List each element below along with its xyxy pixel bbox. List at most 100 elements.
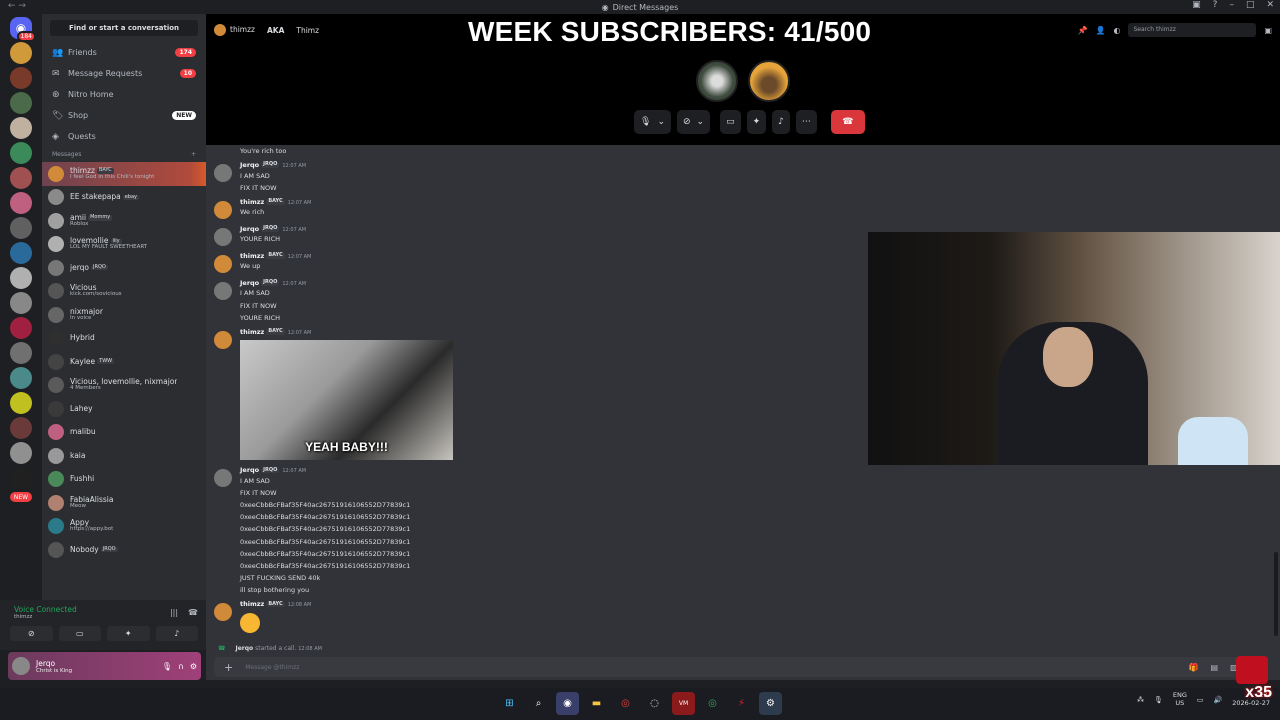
dm-item[interactable]: malibu — [42, 421, 206, 445]
find-conversation-button[interactable]: Find or start a conversation — [50, 20, 198, 36]
server-icon[interactable] — [10, 242, 32, 264]
dm-item[interactable]: EE stakepapa ebay — [42, 186, 206, 210]
dm-item[interactable]: Vicious kick.com/sovicious — [42, 280, 206, 304]
avatar[interactable] — [214, 330, 232, 349]
dm-item[interactable]: jerqo JRQO — [42, 256, 206, 280]
obs-icon[interactable]: ◌ — [643, 692, 666, 715]
maximize-icon[interactable]: □ — [1246, 0, 1255, 10]
avatar[interactable] — [214, 469, 232, 488]
end-call-button[interactable]: ☎ — [830, 110, 865, 134]
dm-item[interactable]: kaia — [42, 444, 206, 468]
server-icon[interactable] — [10, 92, 32, 114]
screen-share-icon[interactable]: ▭ — [58, 626, 101, 641]
screen-share-button[interactable]: ▭ — [720, 110, 741, 134]
avatar[interactable] — [214, 200, 232, 219]
disconnect-icon[interactable]: ☎ — [188, 608, 198, 617]
chat-scrollbar[interactable] — [1274, 552, 1278, 636]
settings-gear-icon[interactable]: ⚙ — [759, 692, 782, 715]
gift-icon[interactable]: 🎁 — [1189, 663, 1199, 672]
camera-off-icon[interactable]: ⊘ — [10, 626, 53, 641]
server-icon[interactable] — [10, 317, 32, 339]
add-dm-icon[interactable]: + — [191, 151, 196, 158]
call-participant-avatar[interactable] — [696, 60, 738, 102]
avatar[interactable] — [214, 227, 232, 246]
gif-embed[interactable]: YEAH BABY!!! — [240, 340, 453, 461]
dm-item[interactable]: Fushhi — [42, 468, 206, 492]
avatar[interactable] — [214, 164, 232, 183]
more-options-button[interactable]: ⋯ — [795, 110, 817, 134]
microphone-icon[interactable]: 🎙 — [162, 662, 172, 671]
add-friend-icon[interactable]: 👤 — [1095, 26, 1105, 35]
search-input[interactable]: Search thimzz — [1128, 23, 1257, 37]
user-panel[interactable]: Jerqo Christ is King 🎙 ∩ ⚙ — [8, 652, 201, 680]
chrome-profile-icon[interactable]: ◎ — [701, 692, 724, 715]
microphone-icon[interactable]: 🎙 — [1154, 696, 1163, 704]
nav-item-quests[interactable]: ◈ Quests — [42, 126, 206, 147]
attach-plus-icon[interactable]: + — [224, 661, 233, 674]
dm-item[interactable]: lovemollie lily LOL MY FAULT SWEETHEART — [42, 233, 206, 257]
server-icon[interactable] — [10, 192, 32, 214]
language-indicator[interactable]: ENG US — [1173, 691, 1187, 708]
new-badge[interactable]: NEW — [10, 492, 32, 502]
inbox-icon[interactable]: ▣ — [1264, 26, 1272, 35]
server-icon[interactable] — [10, 292, 32, 314]
nav-item-message-requests[interactable]: ✉ Message Requests 10 — [42, 63, 206, 84]
author-name[interactable]: thimzz — [240, 600, 264, 608]
soundboard-icon[interactable]: ♪ — [155, 626, 198, 641]
dm-item[interactable]: Appy https://appy.bot — [42, 515, 206, 539]
chrome-icon[interactable]: ◎ — [614, 692, 637, 715]
call-participant-avatar[interactable] — [748, 60, 790, 102]
dm-item[interactable]: FabiaAlissia Meow — [42, 491, 206, 515]
nav-item-shop[interactable]: 🏷 Shop NEW — [42, 105, 206, 126]
author-name[interactable]: Jerqo — [240, 279, 259, 287]
system-author[interactable]: Jerqo — [235, 645, 253, 652]
back-arrow-icon[interactable]: ← → — [8, 1, 26, 11]
search-icon[interactable]: ⌕ — [527, 692, 550, 715]
profile-icon[interactable]: ◐ — [1113, 26, 1120, 35]
tray-app-icon[interactable]: ⁂ — [1137, 696, 1144, 704]
discord-app-icon[interactable]: ◉ — [556, 692, 579, 715]
volume-icon[interactable]: 🔊 — [1214, 696, 1223, 704]
windows-start-icon[interactable]: ⊞ — [498, 692, 521, 715]
dm-item[interactable]: amii Mommy Roblox — [42, 209, 206, 233]
server-icon[interactable] — [10, 367, 32, 389]
avatar[interactable] — [214, 603, 232, 622]
soundboard-button[interactable]: ♪ — [772, 110, 790, 134]
server-icon[interactable] — [10, 167, 32, 189]
file-explorer-icon[interactable]: ▬ — [585, 692, 608, 715]
avatar[interactable] — [12, 657, 30, 675]
server-icon[interactable] — [10, 442, 32, 464]
server-icon[interactable] — [10, 267, 32, 289]
message-input[interactable]: + Message @thimzz 🎁 ▤ ▨ ☺ — [214, 657, 1268, 677]
server-icon[interactable] — [10, 67, 32, 89]
dm-item[interactable]: thimzz BAYC I feel God in this Chili's ton… — [42, 162, 206, 186]
server-icon[interactable] — [10, 42, 32, 64]
close-icon[interactable]: ✕ — [1266, 0, 1274, 10]
author-name[interactable]: Jerqo — [240, 466, 259, 474]
author-name[interactable]: thimzz — [240, 198, 264, 206]
server-icon[interactable] — [10, 417, 32, 439]
dm-item[interactable]: Hybrid — [42, 327, 206, 351]
dm-item[interactable]: Kaylee TWW — [42, 350, 206, 374]
dm-item[interactable]: Lahey — [42, 397, 206, 421]
author-name[interactable]: Jerqo — [240, 161, 259, 169]
activities-icon[interactable]: ✦ — [107, 626, 150, 641]
dm-item[interactable]: Nobody JRQO — [42, 538, 206, 562]
camera-button[interactable]: ⊘ ⌄ — [676, 110, 711, 134]
network-icon[interactable]: ▭ — [1197, 696, 1204, 704]
mute-button[interactable]: 🎙 ⌄ — [634, 110, 671, 134]
avatar[interactable] — [214, 254, 232, 273]
voice-channel[interactable]: thimzz — [14, 614, 170, 620]
streaming-app-icon[interactable]: ⚡ — [730, 692, 753, 715]
server-icon[interactable] — [10, 117, 32, 139]
gif-icon[interactable]: ▤ — [1211, 663, 1219, 672]
voicemeeter-icon[interactable]: VM — [672, 692, 695, 715]
author-name[interactable]: thimzz — [240, 328, 264, 336]
pin-icon[interactable]: 📌 — [1078, 26, 1088, 35]
inbox-icon[interactable]: ▣ — [1192, 0, 1201, 10]
help-icon[interactable]: ? — [1213, 0, 1218, 10]
dm-item[interactable]: nixmajor In voice — [42, 303, 206, 327]
nav-item-nitro-home[interactable]: ⊛ Nitro Home — [42, 84, 206, 105]
minimize-icon[interactable]: – — [1229, 0, 1234, 10]
author-name[interactable]: thimzz — [240, 252, 264, 260]
